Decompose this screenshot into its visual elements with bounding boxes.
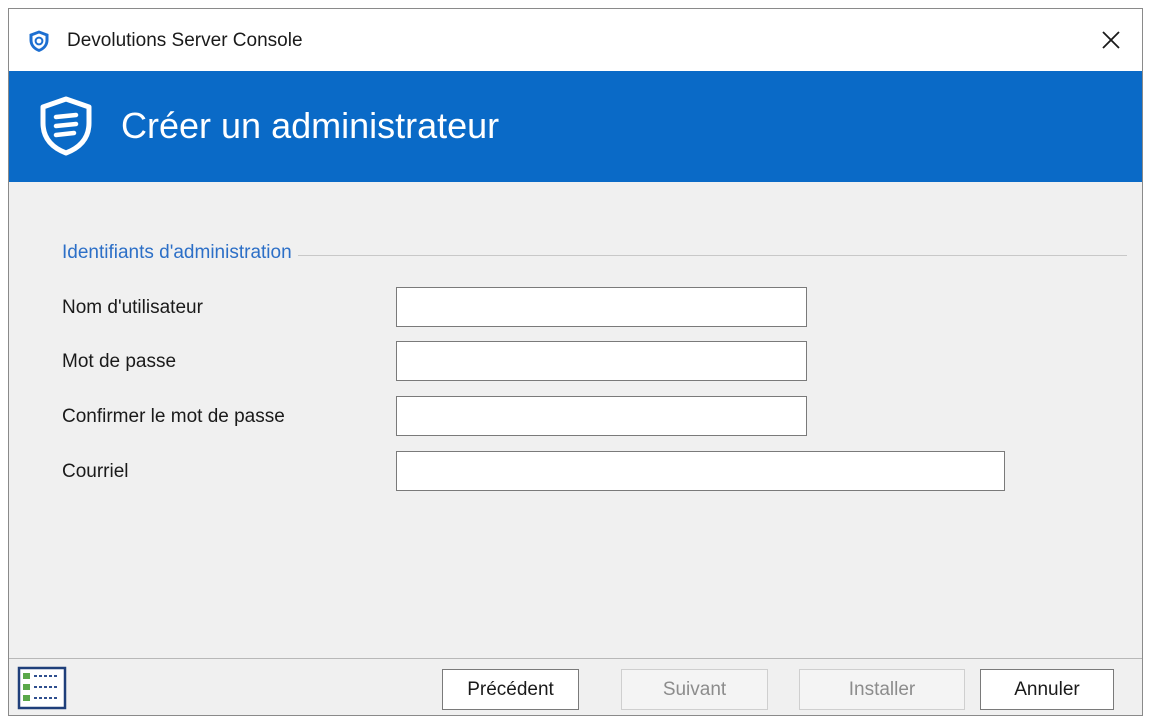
checklist-icon[interactable] [17, 666, 67, 710]
email-label: Courriel [62, 461, 129, 482]
confirm-password-input[interactable] [396, 396, 807, 436]
devolutions-shield-icon [40, 96, 92, 156]
confirm-password-label: Confirmer le mot de passe [62, 406, 285, 427]
window-title: Devolutions Server Console [67, 30, 303, 51]
username-input[interactable] [396, 287, 807, 327]
footer-divider [9, 658, 1142, 659]
username-label: Nom d'utilisateur [62, 297, 203, 318]
dialog-window: Devolutions Server Console Créer un admi… [8, 8, 1143, 716]
password-input[interactable] [396, 341, 807, 381]
previous-button[interactable]: Précédent [442, 669, 579, 710]
header-banner: Créer un administrateur [9, 71, 1142, 182]
section-header: Identifiants d'administration [62, 242, 298, 264]
close-icon [1102, 31, 1120, 49]
app-shield-icon [29, 30, 49, 52]
email-input[interactable] [396, 451, 1005, 491]
install-button[interactable]: Installer [799, 669, 965, 710]
title-bar: Devolutions Server Console [9, 9, 1142, 71]
next-button[interactable]: Suivant [621, 669, 768, 710]
page-title: Créer un administrateur [121, 105, 500, 146]
cancel-button[interactable]: Annuler [980, 669, 1114, 710]
password-label: Mot de passe [62, 351, 177, 372]
close-button[interactable] [1080, 9, 1142, 71]
